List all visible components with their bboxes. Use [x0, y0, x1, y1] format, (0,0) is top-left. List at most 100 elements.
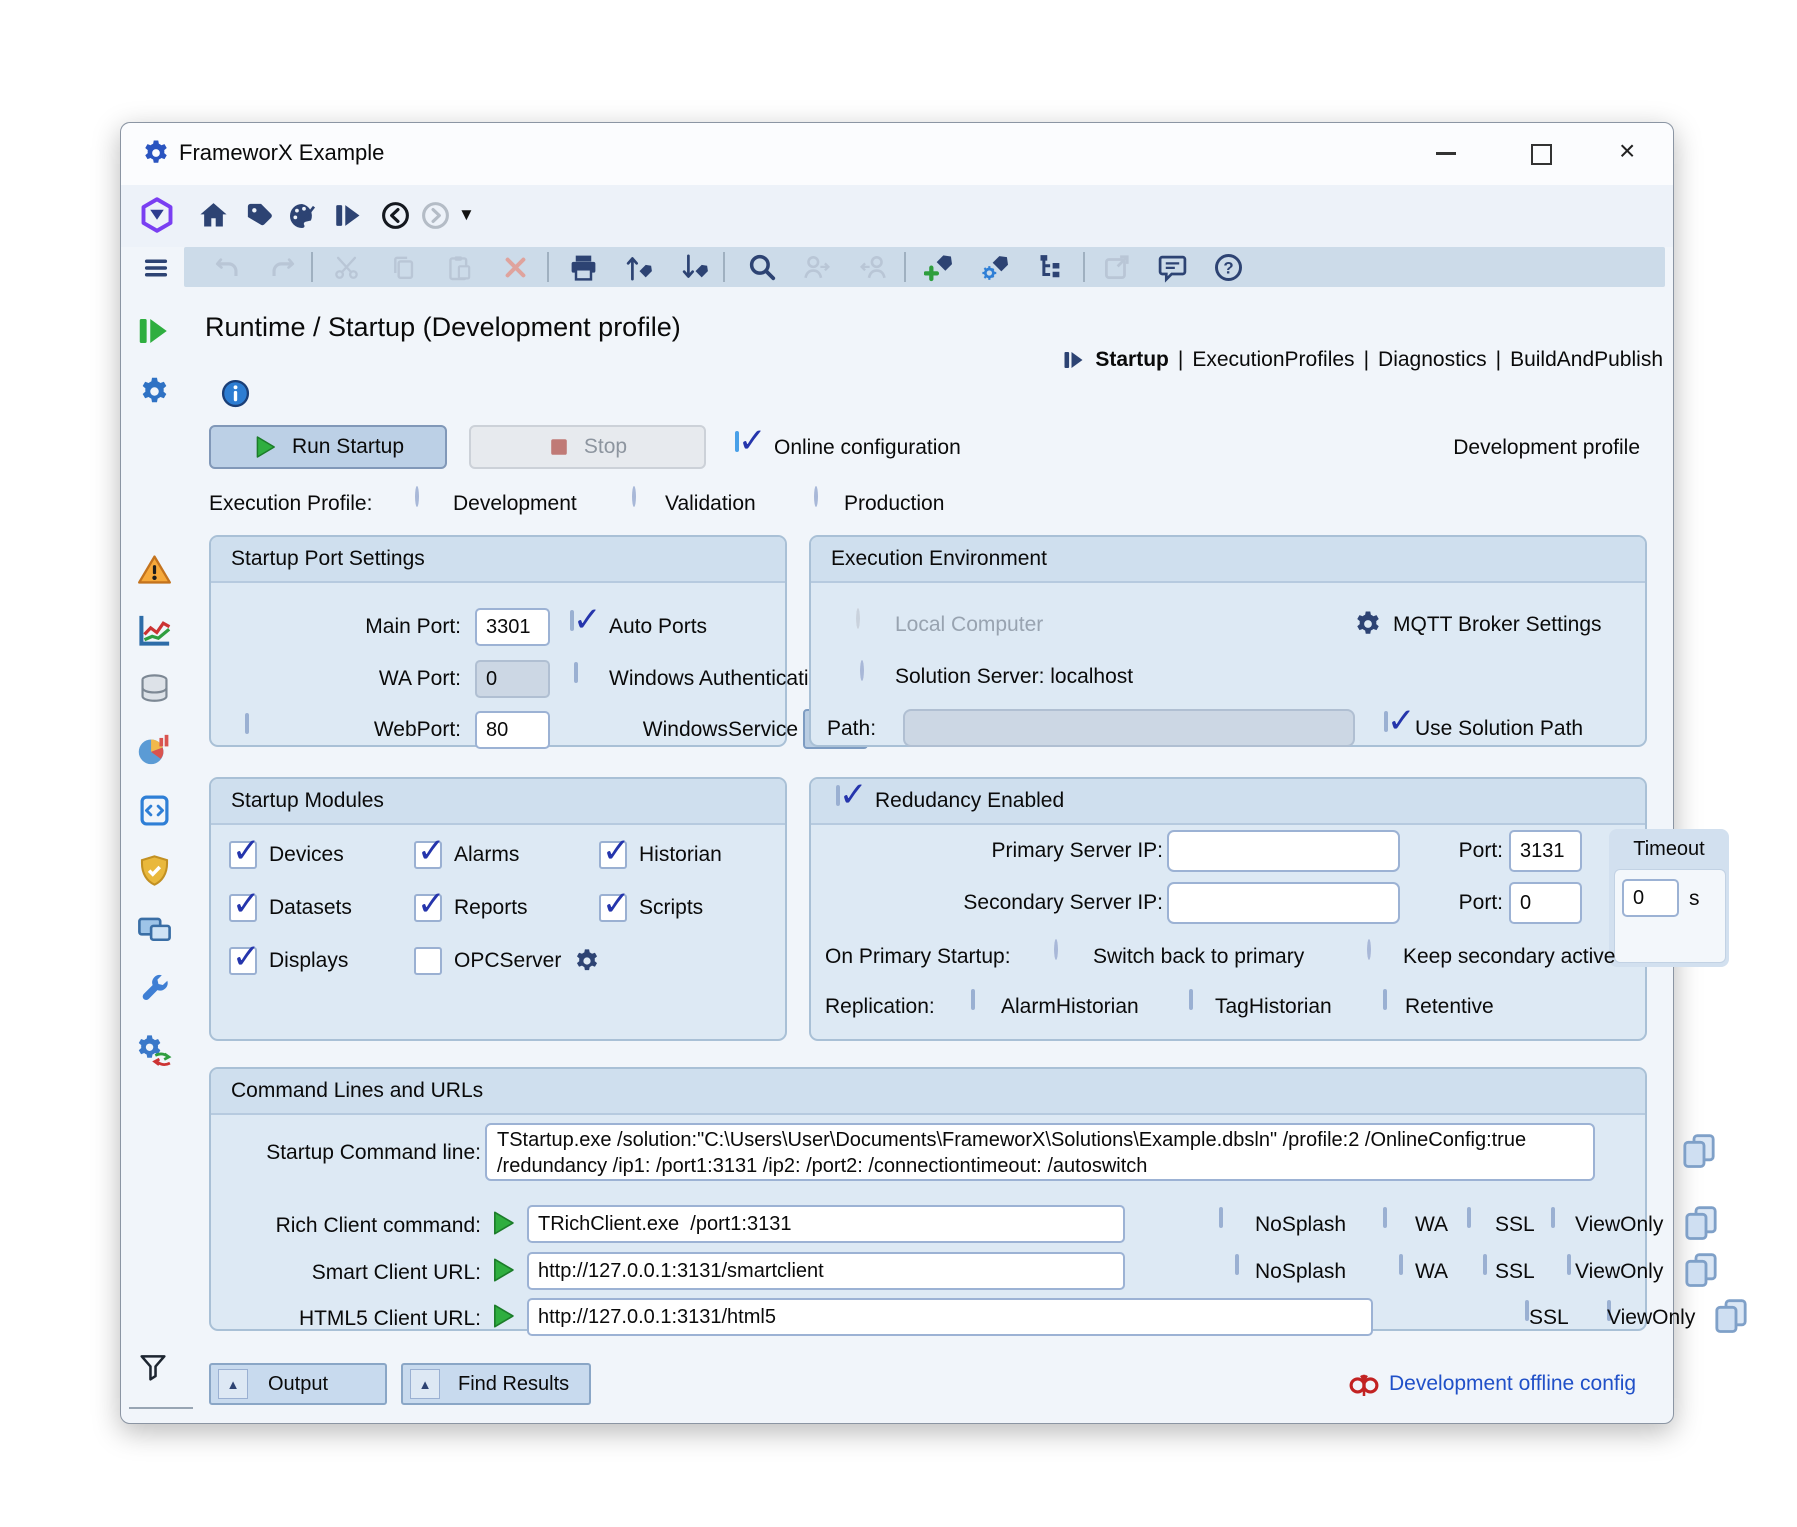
menu-hamburger-icon[interactable]	[142, 254, 170, 282]
profile-validation-radio[interactable]	[632, 486, 636, 507]
sidebar-datasets-database-icon[interactable]	[137, 672, 172, 707]
secondary-server-ip-input[interactable]	[1167, 882, 1400, 924]
tag-icon[interactable]	[244, 200, 275, 231]
breadcrumb-item[interactable]: Diagnostics	[1378, 348, 1487, 372]
online-configuration-checkbox[interactable]: ✓	[735, 431, 739, 452]
primary-server-ip-input[interactable]	[1167, 830, 1400, 872]
undo-icon[interactable]	[213, 253, 242, 282]
sidebar-devices-icon[interactable]	[137, 493, 172, 528]
replication-retentive-checkbox[interactable]: ✓	[1383, 989, 1387, 1010]
smart-viewonly-checkbox[interactable]: ✓	[1567, 1254, 1571, 1275]
startup-command-input[interactable]: TStartup.exe /solution:"C:\Users\User\Do…	[485, 1123, 1595, 1181]
app-logo-icon[interactable]	[139, 197, 175, 233]
output-toggle-button[interactable]: ▲ Output	[209, 1363, 387, 1405]
module-displays[interactable]: ✓Displays	[229, 947, 348, 975]
mqtt-gear-icon[interactable]	[1353, 609, 1383, 639]
help-icon[interactable]: ?	[1213, 252, 1244, 283]
module-alarms[interactable]: ✓Alarms	[414, 841, 519, 869]
smart-ssl-checkbox[interactable]: ✓	[1483, 1254, 1487, 1275]
offline-config-label[interactable]: Development offline config	[1389, 1372, 1636, 1396]
maximize-button[interactable]	[1531, 144, 1552, 165]
module-opcserver[interactable]: ✓OPCServer	[414, 947, 601, 975]
switch-back-radio[interactable]	[1054, 939, 1058, 960]
breadcrumb-item[interactable]: ExecutionProfiles	[1192, 348, 1354, 372]
startup-command-copy-icon[interactable]	[1679, 1131, 1719, 1171]
smart-wa-checkbox[interactable]: ✓	[1399, 1254, 1403, 1275]
paste-icon[interactable]	[445, 253, 474, 282]
import-tags-icon[interactable]	[624, 252, 655, 283]
html5-client-copy-icon[interactable]	[1711, 1296, 1751, 1336]
sidebar-settings-gear-icon[interactable]	[138, 375, 171, 408]
cut-icon[interactable]	[332, 253, 361, 282]
rich-ssl-checkbox[interactable]: ✓	[1467, 1207, 1471, 1228]
smart-client-input[interactable]	[527, 1252, 1125, 1290]
sidebar-integrations-icon[interactable]	[136, 1030, 173, 1067]
search-icon[interactable]	[747, 252, 777, 282]
stop-button[interactable]: Stop	[469, 425, 706, 469]
info-icon[interactable]	[220, 378, 251, 409]
smart-nosplash-checkbox[interactable]: ✓	[1235, 1254, 1239, 1275]
webport-checkbox[interactable]: ✓	[245, 713, 249, 734]
comments-icon[interactable]	[1157, 252, 1188, 283]
minimize-button[interactable]	[1436, 152, 1456, 155]
sidebar-scripts-code-icon[interactable]	[137, 793, 172, 828]
edit-tag-gear-icon[interactable]	[980, 251, 1012, 283]
solution-server-radio[interactable]	[860, 660, 864, 681]
sidebar-alarms-warning-icon[interactable]	[137, 553, 172, 588]
opcserver-gear-icon[interactable]	[573, 947, 601, 975]
use-solution-path-checkbox[interactable]: ✓	[1384, 711, 1388, 732]
module-historian[interactable]: ✓Historian	[599, 841, 722, 869]
smart-client-copy-icon[interactable]	[1681, 1250, 1721, 1290]
sidebar-historian-chart-icon[interactable]	[136, 612, 173, 649]
sidebar-displays-monitors-icon[interactable]	[136, 912, 173, 949]
runtime-play-icon[interactable]	[333, 200, 364, 231]
timeout-input[interactable]	[1622, 879, 1679, 917]
replication-alarmhistorian-checkbox[interactable]: ✓	[971, 989, 975, 1010]
mqtt-broker-settings-label[interactable]: MQTT Broker Settings	[1393, 613, 1602, 637]
nav-forward-icon[interactable]	[420, 200, 451, 231]
secondary-port-input[interactable]	[1509, 882, 1582, 924]
find-next-user-icon[interactable]	[801, 252, 832, 283]
export-tags-icon[interactable]	[680, 252, 711, 283]
html5-client-input[interactable]	[527, 1298, 1373, 1336]
module-scripts[interactable]: ✓Scripts	[599, 894, 703, 922]
delete-icon[interactable]	[502, 254, 529, 281]
copy-icon[interactable]	[389, 253, 418, 282]
rich-client-copy-icon[interactable]	[1681, 1203, 1721, 1243]
rich-nosplash-checkbox[interactable]: ✓	[1219, 1207, 1223, 1228]
rich-wa-checkbox[interactable]: ✓	[1383, 1207, 1387, 1228]
main-port-input[interactable]	[475, 608, 550, 646]
rich-client-input[interactable]	[527, 1205, 1125, 1243]
close-button[interactable]: ×	[1619, 135, 1635, 167]
rich-client-play-icon[interactable]	[489, 1209, 517, 1237]
breadcrumb-item[interactable]: BuildAndPublish	[1510, 348, 1663, 372]
html5-client-play-icon[interactable]	[489, 1302, 517, 1330]
sidebar-namespace-tags-icon[interactable]	[137, 434, 171, 468]
sidebar-tools-wrench-icon[interactable]	[137, 972, 172, 1007]
print-icon[interactable]	[568, 252, 599, 283]
open-external-icon[interactable]	[1102, 252, 1132, 282]
windows-authentication-checkbox[interactable]: ✓	[574, 662, 578, 683]
replication-taghistorian-checkbox[interactable]: ✓	[1189, 989, 1193, 1010]
module-datasets[interactable]: ✓Datasets	[229, 894, 352, 922]
sidebar-runtime-icon[interactable]	[136, 313, 172, 349]
add-tag-icon[interactable]	[924, 251, 956, 283]
rich-viewonly-checkbox[interactable]: ✓	[1551, 1207, 1555, 1228]
redundancy-enabled-checkbox[interactable]: ✓	[836, 785, 840, 806]
smart-client-play-icon[interactable]	[489, 1256, 517, 1284]
sidebar-security-shield-icon[interactable]	[137, 853, 172, 888]
profile-production-radio[interactable]	[814, 486, 818, 507]
auto-ports-checkbox[interactable]: ✓	[570, 610, 574, 631]
profile-development-radio[interactable]	[415, 486, 419, 507]
nav-dropdown-icon[interactable]: ▼	[458, 205, 475, 225]
sidebar-reports-pie-icon[interactable]	[136, 731, 173, 768]
redo-icon[interactable]	[268, 253, 297, 282]
keep-secondary-radio[interactable]	[1367, 939, 1371, 960]
module-devices[interactable]: ✓Devices	[229, 841, 344, 869]
home-icon[interactable]	[197, 199, 230, 232]
find-previous-user-icon[interactable]	[858, 252, 889, 283]
primary-port-input[interactable]	[1509, 830, 1582, 872]
tag-tree-icon[interactable]	[1037, 252, 1067, 282]
appearance-palette-icon[interactable]	[286, 200, 318, 232]
nav-back-icon[interactable]	[380, 200, 411, 231]
